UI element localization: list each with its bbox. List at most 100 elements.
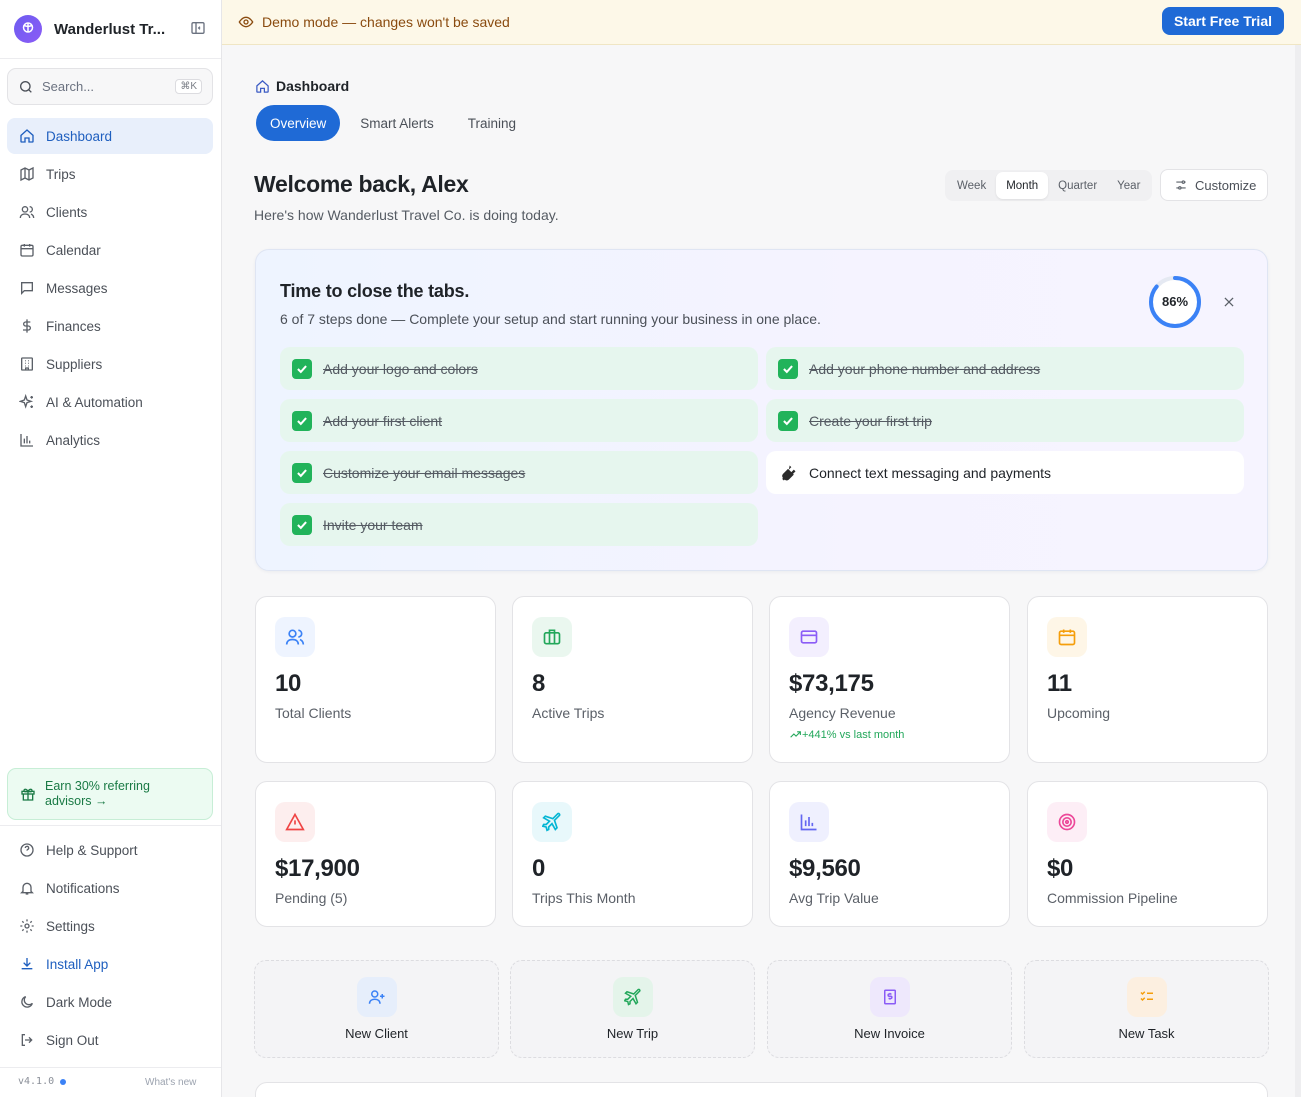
brand[interactable]: Wanderlust Tr...	[14, 14, 208, 44]
check-icon	[778, 358, 798, 379]
setup-subtitle: 6 of 7 steps done — Complete your setup …	[280, 311, 821, 327]
start-free-trial-button[interactable]: Start Free Trial	[1161, 7, 1284, 35]
stat-value: $73,175	[789, 670, 874, 697]
stat-value: 11	[1047, 670, 1072, 697]
sidebar-item-label: Calendar	[46, 242, 101, 258]
sidebar-item-sign-out[interactable]: Sign Out	[7, 1022, 213, 1058]
new-task-button[interactable]: New Task	[1024, 960, 1269, 1058]
sidebar-item-dark-mode[interactable]: Dark Mode	[7, 984, 213, 1020]
page-title: Welcome back, Alex	[254, 171, 469, 197]
tab-training[interactable]: Training	[454, 105, 530, 141]
period-year[interactable]: Year	[1107, 172, 1150, 199]
close-icon[interactable]	[1222, 295, 1236, 309]
stat-card-total-clients[interactable]: 10 Total Clients	[255, 596, 496, 763]
bar-chart-icon	[789, 802, 829, 842]
quick-action-label: New Trip	[606, 1026, 659, 1041]
stat-label: Trips This Month	[532, 890, 636, 906]
sidebar-item-dashboard[interactable]: Dashboard	[7, 118, 213, 154]
calendar-icon	[1047, 617, 1087, 657]
demo-banner: Demo mode — changes won't be saved Start…	[222, 0, 1301, 45]
page-subtitle: Here's how Wanderlust Travel Co. is doin…	[254, 207, 559, 223]
sidebar-item-notifications[interactable]: Notifications	[7, 870, 213, 906]
help-icon	[20, 843, 34, 857]
banner-text: Demo mode — changes won't be saved	[262, 14, 510, 30]
new-invoice-button[interactable]: New Invoice	[767, 960, 1012, 1058]
referral-promo[interactable]: Earn 30% referring advisors →	[7, 768, 213, 820]
stat-label: Agency Revenue	[789, 705, 896, 721]
stat-card-avg-trip-value[interactable]: $9,560 Avg Trip Value	[769, 781, 1010, 927]
search-shortcut: ⌘K	[175, 79, 202, 94]
stat-card-trips-this-month[interactable]: 0 Trips This Month	[512, 781, 753, 927]
step-label: Connect text messaging and payments	[809, 464, 1052, 481]
stat-value: $0	[1047, 855, 1074, 882]
sidebar-item-messages[interactable]: Messages	[7, 270, 213, 306]
sidebar-item-finances[interactable]: Finances	[7, 308, 213, 344]
setup-step[interactable]: Customize your email messages	[280, 451, 758, 494]
next-section-card	[255, 1082, 1268, 1097]
period-month[interactable]: Month	[996, 172, 1049, 199]
sidebar-item-label: Dark Mode	[46, 994, 113, 1010]
setup-step[interactable]: Connect text messaging and payments	[766, 451, 1244, 494]
step-label: Add your first client	[323, 412, 443, 429]
setup-step[interactable]: Add your first client	[280, 399, 758, 442]
sidebar-item-install-app[interactable]: Install App	[7, 946, 213, 982]
stat-label: Active Trips	[532, 705, 605, 721]
stat-card-active-trips[interactable]: 8 Active Trips	[512, 596, 753, 763]
setup-step[interactable]: Create your first trip	[766, 399, 1244, 442]
promo-line2: advisors →	[45, 794, 108, 808]
sidebar-item-analytics[interactable]: Analytics	[7, 422, 213, 458]
step-label: Add your logo and colors	[323, 360, 478, 377]
sidebar-bottom-nav: Help & Support Notifications Settings In…	[7, 832, 213, 1060]
sidebar-item-help[interactable]: Help & Support	[7, 832, 213, 868]
update-dot-icon	[60, 1078, 67, 1085]
promo-text: Earn 30% referring advisors →	[45, 779, 150, 809]
setup-step[interactable]: Add your phone number and address	[766, 347, 1244, 390]
sidebar-item-trips[interactable]: Trips	[7, 156, 213, 192]
stat-card-commission-pipeline[interactable]: $0 Commission Pipeline	[1027, 781, 1268, 927]
period-week[interactable]: Week	[947, 172, 996, 199]
checklist-icon	[1126, 977, 1167, 1017]
search-input[interactable]: Search... ⌘K	[7, 68, 213, 105]
stat-label: Commission Pipeline	[1047, 890, 1178, 906]
tab-smart-alerts[interactable]: Smart Alerts	[346, 105, 448, 141]
scrollbar[interactable]	[1295, 45, 1301, 1097]
sidebar-item-settings[interactable]: Settings	[7, 908, 213, 944]
sidebar-item-label: Help & Support	[46, 842, 138, 858]
check-icon	[778, 410, 798, 431]
trend-up-icon	[790, 731, 801, 738]
new-trip-button[interactable]: New Trip	[510, 960, 755, 1058]
sidebar-item-suppliers[interactable]: Suppliers	[7, 346, 213, 382]
sidebar-item-calendar[interactable]: Calendar	[7, 232, 213, 268]
stat-label: Total Clients	[275, 705, 352, 721]
whats-new-link[interactable]: What's new	[145, 1077, 196, 1088]
message-icon	[21, 282, 33, 295]
setup-title: Time to close the tabs.	[280, 281, 470, 301]
check-icon	[292, 514, 312, 535]
stat-value: 0	[532, 855, 546, 882]
moon-icon	[21, 996, 33, 1008]
sidebar-item-label: Notifications	[46, 880, 120, 896]
setup-step[interactable]: Add your logo and colors	[280, 347, 758, 390]
bell-icon	[20, 882, 34, 895]
customize-button[interactable]: Customize	[1160, 169, 1268, 201]
version-text: v4.1.0	[18, 1076, 55, 1087]
setup-checklist-card: Time to close the tabs. 6 of 7 steps don…	[255, 249, 1268, 571]
period-quarter[interactable]: Quarter	[1048, 172, 1107, 199]
stat-card-upcoming[interactable]: 11 Upcoming	[1027, 596, 1268, 763]
check-icon	[292, 462, 312, 483]
search-icon	[20, 80, 32, 93]
tab-overview[interactable]: Overview	[256, 105, 341, 141]
stat-card-pending[interactable]: $17,900 Pending (5)	[255, 781, 496, 927]
plane-icon	[532, 802, 572, 842]
users-icon	[19, 206, 35, 219]
invoice-icon	[869, 977, 910, 1017]
stat-value: 10	[275, 670, 302, 697]
sidebar-item-ai-automation[interactable]: AI & Automation	[7, 384, 213, 420]
new-client-button[interactable]: New Client	[254, 960, 499, 1058]
setup-step[interactable]: Invite your team	[280, 503, 758, 546]
sidebar-item-clients[interactable]: Clients	[7, 194, 213, 230]
collapse-sidebar-icon[interactable]	[190, 20, 208, 38]
sidebar-item-label: Install App	[46, 956, 109, 972]
sign-out-icon	[21, 1034, 33, 1046]
stat-card-agency-revenue[interactable]: $73,175 Agency Revenue +441% vs last mon…	[769, 596, 1010, 763]
